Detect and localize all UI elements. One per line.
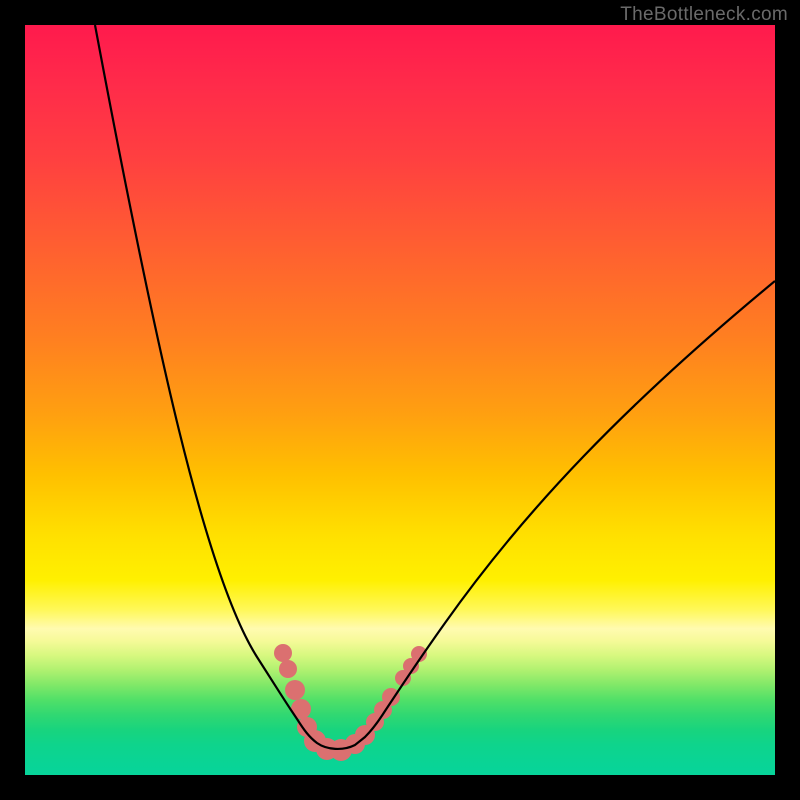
curve-layer: [25, 25, 775, 775]
watermark-label: TheBottleneck.com: [620, 4, 788, 26]
bead-point: [274, 644, 292, 662]
bottleneck-curve: [95, 25, 775, 749]
bead-point: [285, 680, 305, 700]
chart-frame: [25, 25, 775, 775]
bead-group: [274, 644, 427, 761]
bead-point: [279, 660, 297, 678]
